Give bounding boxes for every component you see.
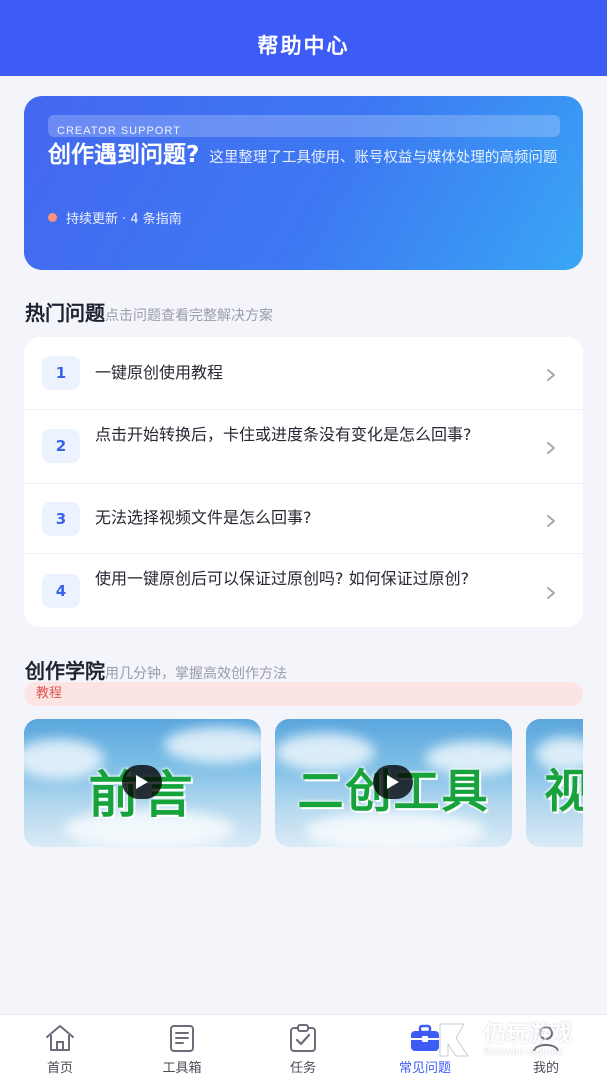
faq-number-badge: 4 — [42, 574, 80, 608]
faq-item-4[interactable]: 4 使用一键原创后可以保证过原创吗? 如何保证过原创? — [24, 553, 583, 627]
chevron-right-icon — [547, 369, 555, 381]
tutorial-badge: 教程 — [24, 682, 583, 706]
faq-section-header: 热门问题 点击问题查看完整解决方案 — [25, 297, 273, 326]
top-app-bar: 帮助中心 — [0, 0, 607, 76]
toolbox-icon — [170, 1025, 194, 1052]
tab-label: 任务 — [289, 1061, 316, 1076]
chevron-right-icon — [547, 587, 555, 599]
home-icon — [46, 1025, 74, 1051]
watermark-icon — [439, 1023, 469, 1057]
faq-item-2[interactable]: 2 点击开始转换后，卡住或进度条没有变化是怎么回事? — [24, 409, 583, 483]
faq-number-badge: 1 — [42, 356, 80, 390]
video-card-2[interactable]: 二创工具 — [275, 719, 512, 847]
faq-number-badge: 2 — [42, 429, 80, 463]
faq-number-badge: 3 — [42, 502, 80, 536]
hero-tag: CREATOR SUPPORT — [57, 125, 181, 137]
status-dot-icon — [48, 213, 57, 222]
task-icon — [290, 1024, 316, 1052]
play-icon[interactable] — [373, 765, 413, 799]
chevron-right-icon — [547, 442, 555, 454]
tab-label: 工具箱 — [162, 1061, 202, 1076]
video-card-3[interactable]: 视 — [526, 719, 583, 847]
academy-title: 创作学院 — [25, 659, 105, 683]
watermark-logo: 仍玩游戏 Renwan Games — [430, 1012, 607, 1068]
faq-item-1[interactable]: 1 一键原创使用教程 — [24, 337, 583, 409]
faq-subtitle: 点击问题查看完整解决方案 — [105, 308, 273, 324]
hero-banner: CREATOR SUPPORT 创作遇到问题? 这里整理了工具使用、账号权益与媒体… — [24, 96, 583, 270]
faq-list: 1 一键原创使用教程 2 点击开始转换后，卡住或进度条没有变化是怎么回事? 3 … — [24, 337, 583, 627]
tab-label: 首页 — [46, 1061, 73, 1076]
hero-status: 持续更新 · 4 条指南 — [48, 208, 182, 227]
faq-item-3[interactable]: 3 无法选择视频文件是怎么回事? — [24, 483, 583, 553]
academy-section-header: 创作学院 用几分钟，掌握高效创作方法 — [25, 655, 287, 684]
faq-title: 热门问题 — [25, 301, 105, 325]
chevron-right-icon — [547, 515, 555, 527]
faq-question-text: 无法选择视频文件是怎么回事? — [95, 508, 312, 527]
tab-home[interactable]: 首页 — [10, 1015, 110, 1080]
faq-question-text: 一键原创使用教程 — [95, 363, 224, 382]
hero-headline-block: 创作遇到问题? 这里整理了工具使用、账号权益与媒体处理的高频问题 — [48, 140, 568, 173]
video-title: 视 — [544, 764, 583, 818]
hero-headline: 创作遇到问题? — [48, 142, 200, 168]
play-icon[interactable] — [122, 765, 162, 799]
academy-subtitle: 用几分钟，掌握高效创作方法 — [105, 666, 287, 682]
watermark-text: 仍玩游戏 — [484, 1022, 573, 1047]
video-card-1[interactable]: 前言 — [24, 719, 261, 847]
faq-question-text: 点击开始转换后，卡住或进度条没有变化是怎么回事? — [95, 425, 472, 444]
faq-question-text: 使用一键原创后可以保证过原创吗? 如何保证过原创? — [95, 569, 470, 588]
tab-task[interactable]: 任务 — [253, 1015, 353, 1080]
hero-description: 这里整理了工具使用、账号权益与媒体处理的高频问题 — [209, 150, 558, 166]
watermark-subtext: Renwan Games — [484, 1046, 563, 1058]
hero-status-text: 持续更新 · 4 条指南 — [66, 212, 182, 227]
tab-toolbox[interactable]: 工具箱 — [132, 1015, 232, 1080]
page-title: 帮助中心 — [257, 34, 350, 58]
